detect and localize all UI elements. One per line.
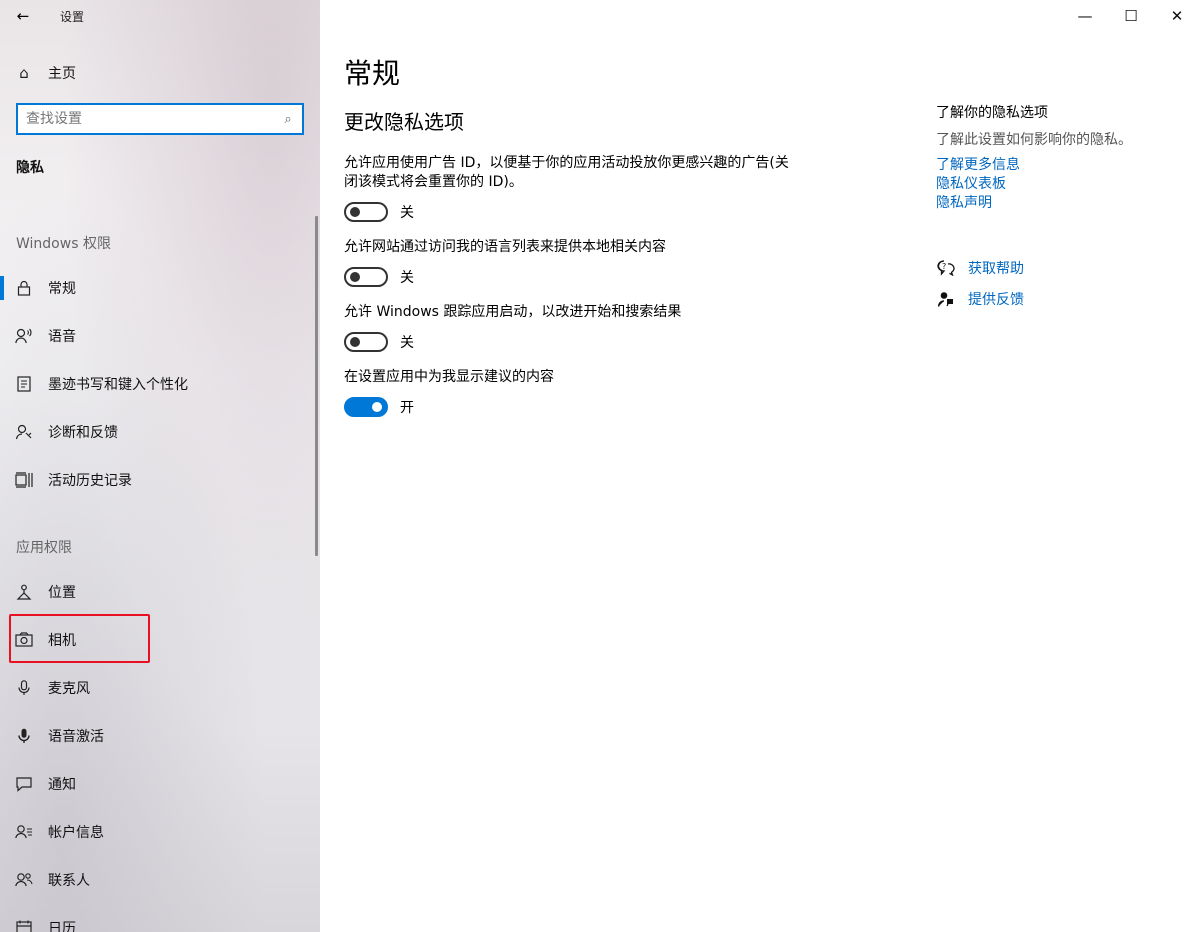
sidebar-item-label: 常规	[48, 281, 76, 297]
sidebar-item-label: 通知	[48, 777, 76, 793]
sidebar-item-calendar[interactable]: 日历	[0, 908, 316, 932]
privacy-dashboard-link[interactable]: 隐私仪表板	[936, 173, 1006, 193]
setting-description: 允许 Windows 跟踪应用启动，以改进开始和搜索结果	[344, 304, 682, 320]
toggle-state-label: 关	[400, 335, 414, 351]
setting-suggested-content: 在设置应用中为我显示建议的内容 开	[344, 368, 804, 417]
close-button[interactable]: ✕	[1154, 0, 1200, 32]
sidebar-item-activity-history[interactable]: 活动历史记录	[0, 460, 316, 500]
minimize-icon: —	[1077, 7, 1093, 25]
maximize-button[interactable]: ☐	[1108, 0, 1154, 32]
setting-advertising-id: 允许应用使用广告 ID，以便基于你的应用活动投放你更感兴趣的广告(关闭该模式将会…	[344, 154, 804, 222]
sidebar-item-label: 墨迹书写和键入个性化	[48, 377, 188, 393]
search-input[interactable]	[18, 111, 274, 127]
window-controls: — ☐ ✕	[1062, 0, 1200, 32]
sidebar-item-notifications[interactable]: 通知	[0, 764, 316, 804]
help-chat-icon: ?	[936, 258, 956, 278]
sidebar-item-label: 位置	[48, 585, 76, 601]
setting-description: 在设置应用中为我显示建议的内容	[344, 369, 554, 385]
maximize-icon: ☐	[1124, 7, 1138, 25]
toggle-knob	[350, 272, 360, 282]
sidebar-item-microphone[interactable]: 麦克风	[0, 668, 316, 708]
sidebar-item-label: 相机	[48, 633, 76, 649]
toggle-switch[interactable]	[344, 397, 388, 417]
sidebar-item-label: 联系人	[48, 873, 90, 889]
home-icon: ⌂	[19, 64, 29, 82]
sidebar-item-label: 活动历史记录	[48, 473, 132, 489]
location-icon	[0, 584, 48, 600]
notification-icon	[0, 776, 48, 792]
sidebar: ← 设置 ⌂ 主页 ⌕ 隐私 Windows 权限 常规 语音	[0, 0, 320, 932]
back-arrow-icon: ←	[16, 7, 30, 25]
sidebar-item-inking[interactable]: 墨迹书写和键入个性化	[0, 364, 316, 404]
nav-home[interactable]: ⌂ 主页	[0, 56, 320, 90]
aside-title: 了解你的隐私选项	[936, 105, 1048, 121]
calendar-icon	[0, 920, 48, 932]
sidebar-item-label: 语音	[48, 329, 76, 345]
close-icon: ✕	[1170, 7, 1184, 25]
sidebar-item-label: 日历	[48, 921, 76, 932]
lock-icon	[0, 280, 48, 296]
toggle-switch[interactable]	[344, 332, 388, 352]
page-title: 常规	[344, 57, 401, 90]
sidebar-item-account-info[interactable]: 帐户信息	[0, 812, 316, 852]
group-heading-apps: 应用权限	[16, 540, 72, 556]
privacy-statement-link[interactable]: 隐私声明	[936, 192, 992, 212]
category-heading: 隐私	[16, 160, 44, 176]
toggle-state-label: 关	[400, 270, 414, 286]
toggle-knob	[350, 337, 360, 347]
get-help-row[interactable]: ? 获取帮助	[936, 258, 1024, 278]
contacts-icon	[0, 872, 48, 888]
sidebar-item-contacts[interactable]: 联系人	[0, 860, 316, 900]
sidebar-item-label: 麦克风	[48, 681, 90, 697]
app-title: 设置	[60, 9, 85, 24]
voice-activation-icon	[0, 728, 48, 744]
feedback-person-icon	[0, 424, 48, 440]
aside-description: 了解此设置如何影响你的隐私。	[936, 132, 1132, 148]
toggle-state-label: 关	[400, 205, 414, 221]
back-button[interactable]: ←	[0, 0, 46, 32]
toggle-knob	[372, 402, 382, 412]
sidebar-item-label: 诊断和反馈	[48, 425, 118, 441]
setting-app-launch-tracking: 允许 Windows 跟踪应用启动，以改进开始和搜索结果 关	[344, 303, 804, 352]
setting-language-list: 允许网站通过访问我的语言列表来提供本地相关内容 关	[344, 238, 804, 287]
sidebar-item-voice-activation[interactable]: 语音激活	[0, 716, 316, 756]
setting-description: 允许应用使用广告 ID，以便基于你的应用活动投放你更感兴趣的广告(关闭该模式将会…	[344, 155, 789, 190]
sidebar-item-diagnostics[interactable]: 诊断和反馈	[0, 412, 316, 452]
microphone-icon	[0, 680, 48, 696]
sidebar-item-general[interactable]: 常规	[0, 268, 316, 308]
learn-more-link[interactable]: 了解更多信息	[936, 154, 1020, 174]
toggle-state-label: 开	[400, 400, 414, 416]
toggle-switch[interactable]	[344, 202, 388, 222]
title-bar: ← 设置	[0, 0, 320, 32]
group-heading-windows: Windows 权限	[16, 236, 111, 252]
speech-icon	[0, 328, 48, 344]
sidebar-item-speech[interactable]: 语音	[0, 316, 316, 356]
timeline-icon	[0, 472, 48, 488]
sidebar-item-label: 语音激活	[48, 729, 104, 745]
search-box: ⌕	[16, 103, 304, 135]
toggle-knob	[350, 207, 360, 217]
sidebar-item-label: 帐户信息	[48, 825, 104, 841]
get-help-link[interactable]: 获取帮助	[968, 258, 1024, 278]
sidebar-item-location[interactable]: 位置	[0, 572, 316, 612]
setting-description: 允许网站通过访问我的语言列表来提供本地相关内容	[344, 239, 666, 255]
sidebar-scrollbar[interactable]	[315, 216, 318, 556]
inking-icon	[0, 376, 48, 392]
camera-icon	[0, 632, 48, 648]
give-feedback-link[interactable]: 提供反馈	[968, 289, 1024, 309]
sidebar-item-camera[interactable]: 相机	[0, 620, 316, 660]
minimize-button[interactable]: —	[1062, 0, 1108, 32]
toggle-switch[interactable]	[344, 267, 388, 287]
section-title: 更改隐私选项	[344, 110, 464, 134]
svg-text:?: ?	[942, 262, 946, 271]
nav-home-label: 主页	[48, 66, 76, 82]
account-info-icon	[0, 824, 48, 840]
give-feedback-icon	[936, 289, 956, 309]
search-icon[interactable]: ⌕	[274, 112, 302, 127]
give-feedback-row[interactable]: 提供反馈	[936, 289, 1024, 309]
